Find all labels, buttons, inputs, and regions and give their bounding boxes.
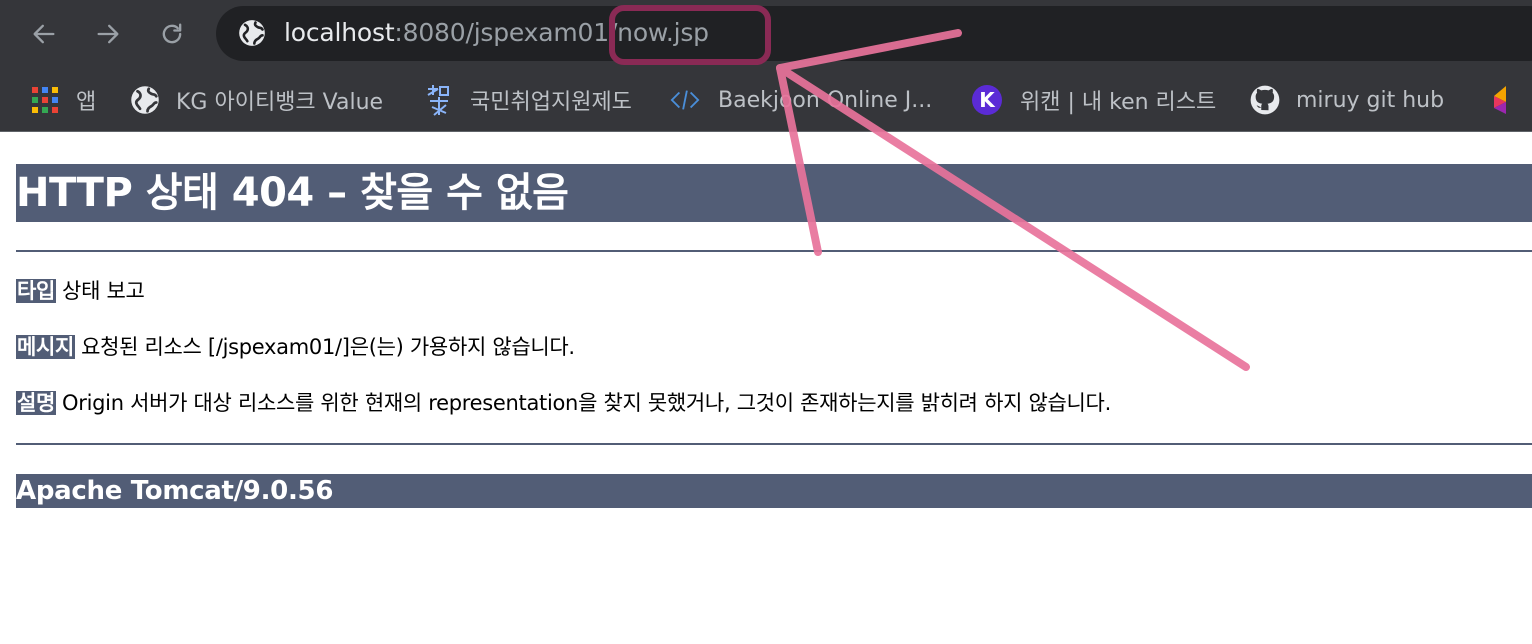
url-text[interactable]: localhost:8080/jspexam01/now.jsp [284,16,709,50]
bookmark-baekjoon[interactable]: Baekjoon Online J... [670,83,932,117]
site-info-globe-icon[interactable] [238,19,266,47]
apps-grid-icon [30,85,60,115]
k-avatar-letter: K [972,85,1002,115]
description-label: 설명 [16,391,57,415]
bookmark-label: KG 아이티뱅크 Value [176,90,384,115]
divider-bottom [16,443,1532,445]
forward-button[interactable] [86,12,130,56]
globe-icon [130,85,160,115]
arrow-left-icon [33,24,55,44]
bookmark-label: Baekjoon Online J... [718,87,933,113]
type-row: 타입 상태 보고 [16,277,145,305]
bookmark-wecan[interactable]: K 위캔 | 내 ken 리스트 [972,83,1216,117]
bookmark-github[interactable]: miruy git hub [1250,83,1444,117]
bookmark-kg-itbank[interactable]: KG 아이티뱅크 Value [130,83,383,117]
bookmark-label: 국민취업지원제도 [470,90,632,115]
divider-top [16,250,1532,252]
bookmark-apps[interactable]: 앱 [30,83,96,117]
site-logo-icon [424,85,454,116]
bookmark-label: 위캔 | 내 ken 리스트 [1020,90,1217,115]
error-page: HTTP 상태 404 – 찾을 수 없음 타입 상태 보고 메시지 요청된 리소스… [16,164,1532,508]
message-label: 메시지 [16,335,76,359]
github-icon [1250,85,1280,115]
reload-icon [162,23,182,44]
type-label: 타입 [16,279,57,303]
type-value: 상태 보고 [62,279,145,303]
reload-button[interactable] [150,12,194,56]
bookmarks-bar: 앱 KG 아이티뱅크 Value 국민취업지원제도 Baekjoon Onlin… [0,68,1532,132]
back-button[interactable] [22,12,66,56]
message-value: 요청된 리소스 [/jspexam01/]은(는) 가용하지 않습니다. [81,335,575,359]
description-row: 설명 Origin 서버가 대상 리소스를 위한 현재의 representati… [16,389,1111,417]
bookmark-label: 앱 [76,90,97,115]
error-title: HTTP 상태 404 – 찾을 수 없음 [16,164,1532,222]
code-brackets-icon [670,85,700,115]
arrow-right-icon [97,24,119,44]
bookmark-label: miruy git hub [1296,87,1445,113]
url-path: :8080/jspexam01/now.jsp [394,18,709,47]
bookmark-employment-support[interactable]: 국민취업지원제도 [424,83,632,117]
browser-toolbar: localhost:8080/jspexam01/now.jsp [0,0,1532,68]
description-value: Origin 서버가 대상 리소스를 위한 현재의 representation… [62,391,1111,415]
server-info: Apache Tomcat/9.0.56 [16,474,1532,508]
address-bar[interactable]: localhost:8080/jspexam01/now.jsp [216,6,1532,61]
message-row: 메시지 요청된 리소스 [/jspexam01/]은(는) 가용하지 않습니다. [16,333,575,361]
url-host: localhost [284,18,395,47]
bookmark-more[interactable] [1486,83,1532,117]
colorful-logo-icon [1486,85,1516,115]
k-avatar-icon: K [972,85,1002,115]
